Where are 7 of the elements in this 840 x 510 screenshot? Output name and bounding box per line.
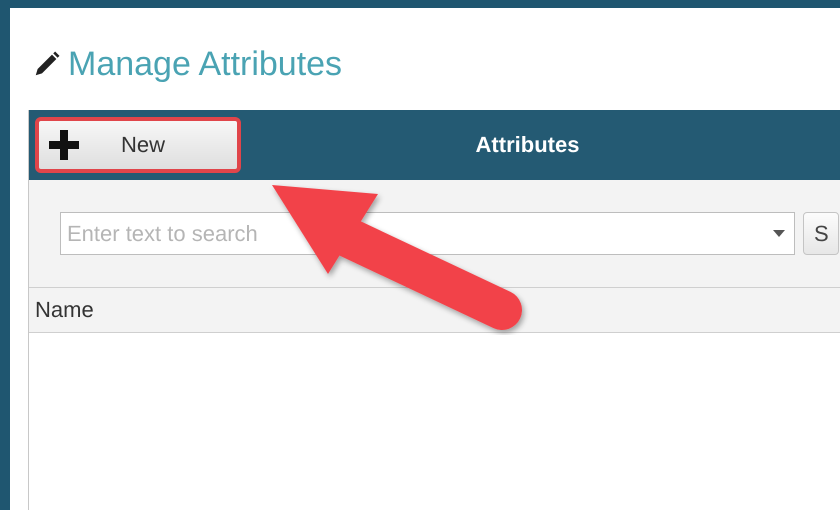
plus-icon xyxy=(49,130,79,160)
panel-title: Attributes xyxy=(474,132,580,158)
search-button[interactable]: S xyxy=(803,212,839,255)
new-button[interactable]: New xyxy=(35,117,241,173)
page-title: Manage Attributes xyxy=(68,44,342,84)
column-header[interactable]: Name xyxy=(29,288,840,333)
dropdown-caret-icon[interactable] xyxy=(773,230,785,238)
